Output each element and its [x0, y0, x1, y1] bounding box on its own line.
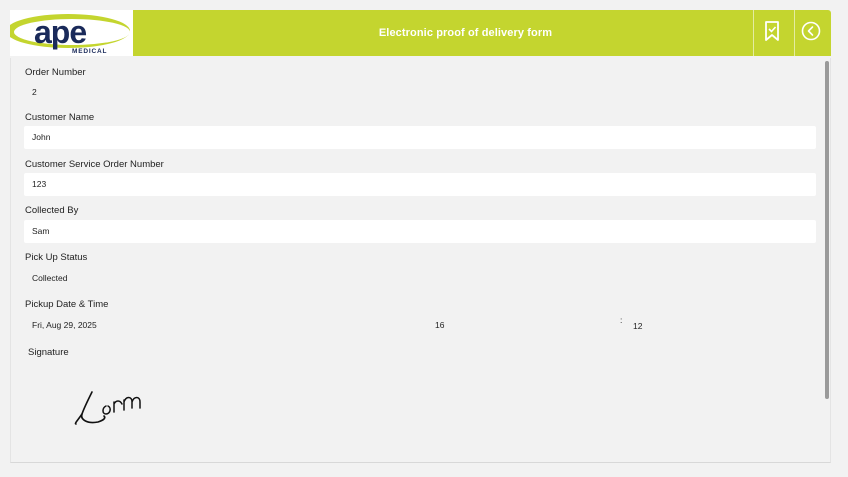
pickup-hour-select[interactable]: 16 — [435, 320, 444, 330]
cs-order-number-input[interactable]: 123 — [24, 173, 816, 196]
signature-drawing — [74, 391, 141, 425]
pickup-datetime-label: Pickup Date & Time — [25, 299, 109, 310]
signature-label: Signature — [28, 347, 69, 358]
collected-by-label: Collected By — [25, 205, 79, 216]
pickup-status-value[interactable]: Collected — [24, 267, 816, 290]
bookmark-icon — [763, 20, 781, 46]
vertical-scrollbar[interactable] — [825, 61, 829, 399]
app-header: ape MEDICAL Electronic proof of delivery… — [10, 10, 831, 56]
time-separator: : — [620, 315, 623, 325]
order-number-value: 2 — [32, 87, 37, 97]
pickup-date-picker[interactable]: Fri, Aug 29, 2025 — [32, 320, 97, 330]
ape-medical-logo: ape MEDICAL — [10, 10, 133, 56]
back-circle-icon — [801, 21, 821, 46]
logo-word: ape — [34, 14, 86, 50]
collected-by-input[interactable]: Sam — [24, 220, 816, 243]
pickup-status-label: Pick Up Status — [25, 252, 88, 263]
order-number-label: Order Number — [25, 67, 86, 78]
page-title: Electronic proof of delivery form — [378, 27, 553, 39]
customer-name-label: Customer Name — [25, 112, 95, 123]
back-button[interactable] — [796, 18, 826, 48]
bookmark-button[interactable] — [757, 18, 787, 48]
header-divider — [794, 10, 795, 56]
customer-name-input[interactable]: John — [24, 126, 816, 149]
cs-order-number-label: Customer Service Order Number — [25, 159, 164, 170]
pickup-minute-select[interactable]: 12 — [633, 321, 642, 331]
signature-pad[interactable] — [60, 378, 180, 438]
header-divider — [753, 10, 754, 56]
logo-sub: MEDICAL — [72, 48, 107, 55]
